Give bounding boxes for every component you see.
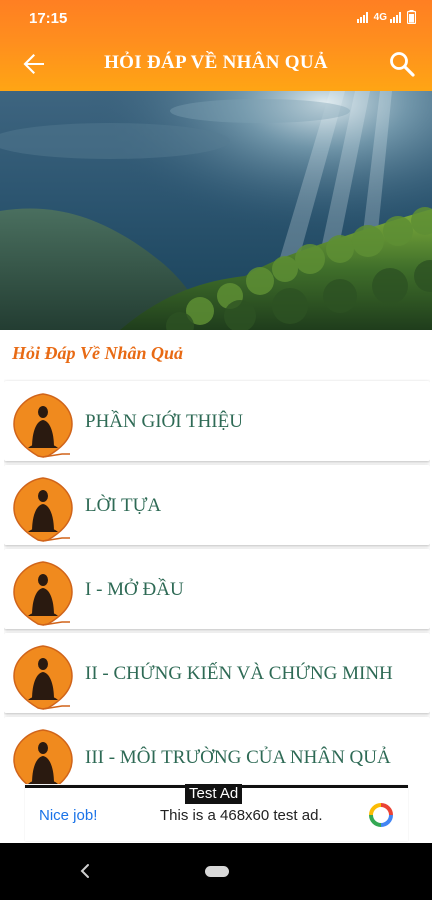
admob-logo-icon xyxy=(369,803,393,827)
chapter-list: PHẦN GIỚI THIỆU LỜI TỰA I - MỞ ĐẦU II - … xyxy=(4,379,430,784)
buddha-leaf-icon xyxy=(13,729,73,784)
list-item-label: LỜI TỰA xyxy=(85,495,162,516)
status-time: 17:15 xyxy=(29,10,68,27)
list-item-label: I - MỞ ĐẦU xyxy=(85,579,184,600)
buddha-leaf-icon xyxy=(13,645,73,710)
buddha-leaf-icon xyxy=(13,393,73,458)
ad-left-text[interactable]: Nice job! xyxy=(39,807,97,824)
list-item[interactable]: I - MỞ ĐẦU xyxy=(4,549,430,629)
ad-body-text: This is a 468x60 test ad. xyxy=(160,807,323,824)
ad-banner[interactable]: Test Ad Nice job! This is a 468x60 test … xyxy=(25,784,408,841)
buddha-leaf-icon xyxy=(13,561,73,626)
hero-banner-image xyxy=(0,91,432,330)
search-icon[interactable] xyxy=(388,50,416,78)
page-title: HỎI ĐÁP VỀ NHÂN QUẢ xyxy=(104,52,328,73)
list-item[interactable]: II - CHỨNG KIẾN VÀ CHỨNG MINH xyxy=(4,633,430,713)
system-nav-bar xyxy=(0,843,432,900)
list-item[interactable]: PHẦN GIỚI THIỆU xyxy=(4,381,430,461)
list-item-label: II - CHỨNG KIẾN VÀ CHỨNG MINH xyxy=(85,663,393,684)
signal-strength-icon xyxy=(390,12,401,23)
list-item-label: PHẦN GIỚI THIỆU xyxy=(85,411,243,432)
status-icons: 4G xyxy=(356,10,416,24)
nav-home-pill[interactable] xyxy=(205,866,229,877)
app-bar: 17:15 4G HỎI ĐÁP VỀ NHÂN QUẢ xyxy=(0,0,432,91)
nav-back-icon[interactable] xyxy=(78,861,92,881)
list-item[interactable]: LỜI TỰA xyxy=(4,465,430,545)
signal-icon xyxy=(356,12,368,23)
list-item-label: III - MÔI TRƯỜNG CỦA NHÂN QUẢ xyxy=(85,747,391,768)
ad-tag: Test Ad xyxy=(185,784,243,804)
network-type: 4G xyxy=(373,11,387,23)
section-header: Hỏi Đáp Về Nhân Quả xyxy=(12,343,184,363)
buddha-leaf-icon xyxy=(13,477,73,542)
battery-icon xyxy=(407,10,416,24)
list-item[interactable]: III - MÔI TRƯỜNG CỦA NHÂN QUẢ xyxy=(4,717,430,784)
